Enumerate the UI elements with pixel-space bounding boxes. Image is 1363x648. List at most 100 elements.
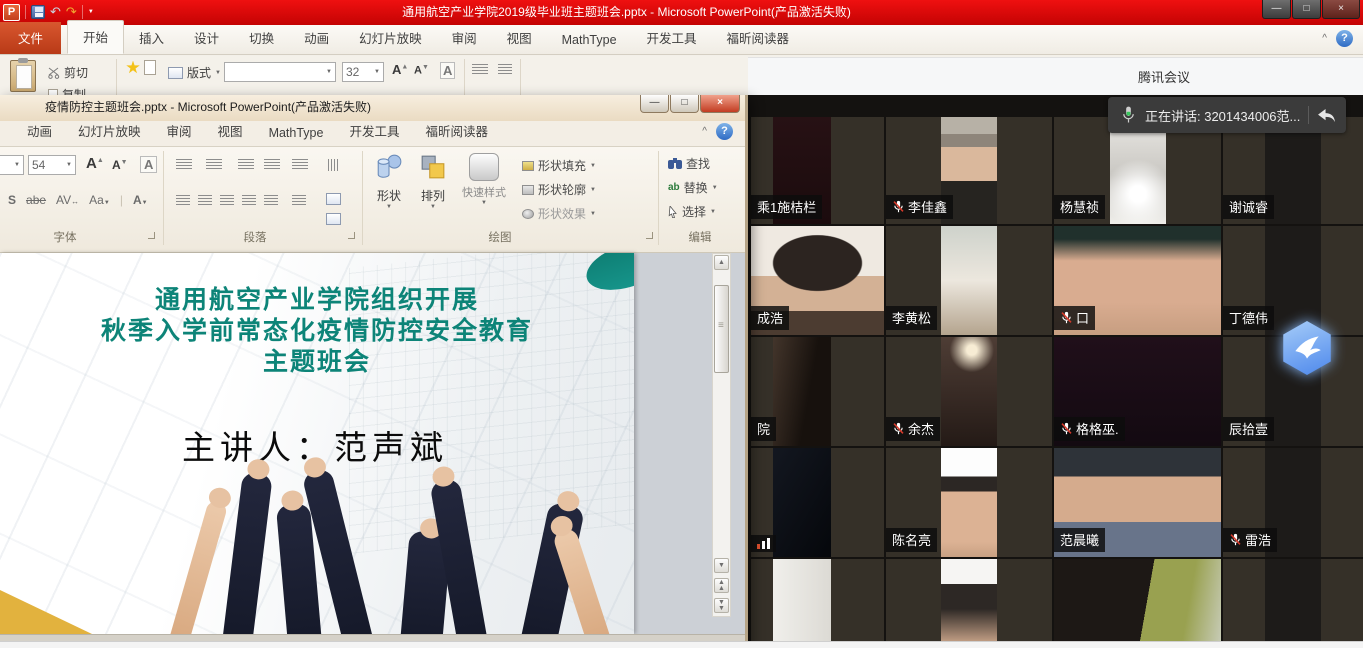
front-tab-开发工具[interactable]: 开发工具 xyxy=(336,116,412,146)
shadow-button[interactable]: S xyxy=(8,193,16,207)
scroll-down-button[interactable]: ▼ xyxy=(714,558,729,573)
cut-button[interactable]: 剪切 xyxy=(48,64,88,81)
shapes-button[interactable]: 形状 ▼ xyxy=(368,153,410,210)
tab-福昕阅读器[interactable]: 福昕阅读器 xyxy=(712,22,805,54)
shrink-font-button[interactable]: A▼ xyxy=(112,158,128,172)
decrease-indent-button[interactable] xyxy=(238,159,254,171)
find-button[interactable]: 查找 xyxy=(668,155,710,172)
participant-tile[interactable] xyxy=(1223,559,1363,648)
participant-tile[interactable] xyxy=(886,559,1052,648)
scroll-up-button[interactable]: ▲ xyxy=(714,255,729,270)
help-button[interactable]: ? xyxy=(716,123,733,140)
bullets-button[interactable] xyxy=(176,159,192,171)
tab-MathType[interactable]: MathType xyxy=(547,27,632,54)
paragraph-dialog-launcher[interactable] xyxy=(348,232,355,239)
participant-tile[interactable]: 乘1施桔栏 xyxy=(751,117,884,224)
align-text-button[interactable] xyxy=(326,193,341,205)
strikethrough-button[interactable]: abe xyxy=(26,193,46,207)
grow-font-button[interactable]: A▲ xyxy=(86,155,104,172)
font-name-combo[interactable]: ▼ xyxy=(224,62,336,82)
align-left-button[interactable] xyxy=(176,195,190,207)
participant-tile[interactable]: 格格巫. xyxy=(1054,337,1221,446)
maximize-button[interactable]: □ xyxy=(670,95,699,113)
participant-tile[interactable] xyxy=(1054,559,1221,648)
participant-tile[interactable] xyxy=(751,448,884,557)
smartart-convert-button[interactable] xyxy=(326,213,341,225)
change-case-button[interactable]: Aa▼ xyxy=(89,193,110,207)
align-right-button[interactable] xyxy=(220,195,234,207)
drawing-dialog-launcher[interactable] xyxy=(646,232,653,239)
shape-outline-button[interactable]: 形状轮廓▼ xyxy=(522,181,596,198)
increase-indent-button[interactable] xyxy=(264,159,280,171)
tab-审阅[interactable]: 审阅 xyxy=(437,22,492,54)
participant-tile[interactable] xyxy=(751,559,884,648)
tab-动画[interactable]: 动画 xyxy=(289,22,344,54)
char-spacing-button[interactable]: AV↔ xyxy=(56,193,79,207)
tab-开发工具[interactable]: 开发工具 xyxy=(632,22,712,54)
front-tab-审阅[interactable]: 审阅 xyxy=(154,116,205,146)
quick-styles-button[interactable]: 快速样式 ▼ xyxy=(456,153,512,206)
arrange-button[interactable]: 排列 ▼ xyxy=(412,153,454,210)
help-button[interactable]: ? xyxy=(1336,30,1353,47)
previous-slide-button[interactable]: ▲▲ xyxy=(714,578,729,593)
ribbon-collapse-icon[interactable]: ^ xyxy=(1322,33,1327,44)
participant-tile[interactable]: 杨慧祯 xyxy=(1054,117,1221,224)
tab-视图[interactable]: 视图 xyxy=(492,22,547,54)
close-button[interactable]: × xyxy=(700,95,740,113)
font-name-combo[interactable]: ▼ xyxy=(0,155,24,175)
speaking-banner[interactable]: 正在讲话: 3201434006范... xyxy=(1108,97,1346,133)
minimize-button[interactable]: — xyxy=(640,95,669,113)
replace-button[interactable]: ab 替换▼ xyxy=(668,179,718,196)
participant-tile[interactable]: 成浩 xyxy=(751,226,884,335)
line-spacing-button[interactable] xyxy=(292,159,308,171)
clear-formatting-button[interactable]: A xyxy=(440,62,455,79)
tab-幻灯片放映[interactable]: 幻灯片放映 xyxy=(344,22,437,54)
front-tab-视图[interactable]: 视图 xyxy=(205,116,256,146)
participant-tile[interactable]: 陈名亮 xyxy=(886,448,1052,557)
minimize-button[interactable]: — xyxy=(1262,0,1291,19)
participant-tile[interactable]: 李佳鑫 xyxy=(886,117,1052,224)
close-button[interactable]: × xyxy=(1322,0,1360,19)
tab-切换[interactable]: 切换 xyxy=(234,22,289,54)
meeting-titlebar[interactable]: 腾讯会议 xyxy=(748,57,1363,95)
numbering-button[interactable] xyxy=(498,64,512,76)
columns-button[interactable] xyxy=(292,195,306,207)
font-size-combo[interactable]: 54 ▼ xyxy=(28,155,76,175)
participant-tile[interactable]: 谢诚睿 xyxy=(1223,117,1363,224)
participant-tile[interactable]: 余杰 xyxy=(886,337,1052,446)
next-slide-button[interactable]: ▼▼ xyxy=(714,598,729,613)
reply-arrow-icon[interactable] xyxy=(1317,108,1336,123)
select-button[interactable]: 选择▼ xyxy=(668,203,716,220)
tab-开始[interactable]: 开始 xyxy=(67,20,124,54)
text-direction-button[interactable] xyxy=(326,159,338,171)
slide-scrollbar[interactable]: ▲ ▼ ▲▲ ▼▼ xyxy=(712,253,731,617)
front-tab-福昕阅读器[interactable]: 福昕阅读器 xyxy=(412,116,501,146)
participant-tile[interactable]: 口 xyxy=(1054,226,1221,335)
distribute-button[interactable] xyxy=(264,195,278,207)
scrollbar-thumb[interactable] xyxy=(714,285,729,373)
ribbon-collapse-icon[interactable]: ^ xyxy=(702,126,707,137)
front-tab-MathType[interactable]: MathType xyxy=(256,121,337,146)
grow-font-button[interactable]: A▲ xyxy=(392,62,408,77)
font-color-button[interactable]: A▼ xyxy=(133,193,148,207)
slide-canvas[interactable]: 通用航空产业学院组织开展 秋季入学前常态化疫情防控安全教育 主题班会 主讲人：范… xyxy=(0,253,634,634)
participant-tile[interactable]: 雷浩 xyxy=(1223,448,1363,557)
shape-fill-button[interactable]: 形状填充▼ xyxy=(522,157,596,174)
xunlei-float-icon[interactable] xyxy=(1280,321,1334,375)
maximize-button[interactable]: □ xyxy=(1292,0,1321,19)
new-slide-button[interactable] xyxy=(126,60,156,75)
justify-button[interactable] xyxy=(242,195,256,207)
participant-tile[interactable]: 范晨曦 xyxy=(1054,448,1221,557)
tab-插入[interactable]: 插入 xyxy=(124,22,179,54)
participant-tile[interactable]: 李黄松 xyxy=(886,226,1052,335)
paste-button[interactable] xyxy=(10,60,36,92)
front-tab-幻灯片放映[interactable]: 幻灯片放映 xyxy=(65,116,154,146)
front-tab-动画[interactable]: 动画 xyxy=(14,116,65,146)
bullets-button[interactable] xyxy=(472,64,488,76)
tab-文件[interactable]: 文件 xyxy=(0,22,61,54)
shape-effects-button[interactable]: 形状效果▼ xyxy=(522,205,596,222)
clear-formatting-button[interactable]: A xyxy=(140,156,157,173)
font-dialog-launcher[interactable] xyxy=(148,232,155,239)
shrink-font-button[interactable]: A▼ xyxy=(414,64,429,77)
align-center-button[interactable] xyxy=(198,195,212,207)
